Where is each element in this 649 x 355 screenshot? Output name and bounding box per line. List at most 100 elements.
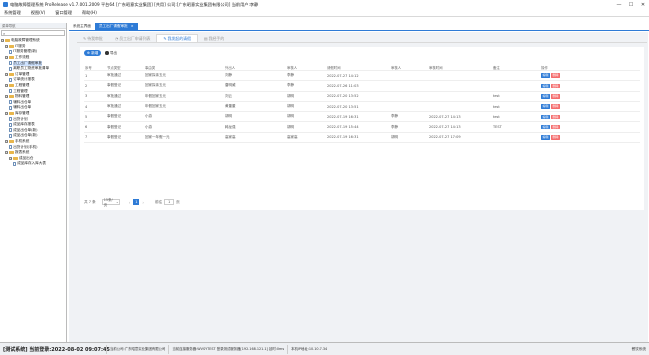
minimize-button[interactable]: — — [613, 0, 625, 9]
sidebar-search-input[interactable]: ⌕ — [1, 30, 65, 36]
cell-node: 审批通过 — [106, 70, 144, 82]
cell-audit_time — [428, 70, 492, 82]
expand-toggle-icon[interactable]: − — [5, 95, 8, 99]
delete-button[interactable]: 删除 — [551, 83, 561, 89]
add-button[interactable]: ⊕ 新增 — [84, 50, 102, 56]
document-icon — [9, 117, 13, 122]
sidebar-item-label: 离职员工物资审批清单 — [13, 66, 50, 71]
toolbar: ⊕ 新增 导出 — [84, 50, 117, 56]
subtab-my-requests[interactable]: ✎ 我发起的请假 — [156, 34, 198, 42]
cell-reason: 回家探亲五元 — [144, 80, 224, 92]
cell-auditor2: 胡明 — [390, 132, 428, 144]
menu-system[interactable]: 系统管理 — [4, 10, 21, 16]
close-icon[interactable]: × — [131, 23, 134, 30]
edit-button[interactable]: 编辑 — [541, 93, 551, 99]
edit-icon: ✎ — [83, 35, 87, 41]
table-row[interactable]: 6 事假登记 小游 韩龙强 胡明 2022-07-19 15:44 李静 2022-07-27… — [84, 121, 640, 133]
cell-actions: 编辑 删除 — [540, 111, 640, 123]
menu-help[interactable]: 帮助(H) — [82, 10, 97, 16]
expand-toggle-icon[interactable]: − — [5, 72, 8, 76]
cell-auditor: 高家高 — [286, 132, 326, 144]
cell-no: 6 — [84, 121, 106, 133]
close-window-button[interactable]: ✕ — [637, 0, 649, 9]
table-row[interactable]: 5 事假登记 小游 胡明 胡明 2022-07-19 16:31 李静 2022-07-27 … — [84, 111, 640, 123]
expand-toggle-icon[interactable]: − — [5, 139, 8, 143]
tab-home[interactable]: 系统主界面 — [69, 23, 95, 30]
cell-node: 审批通过 — [106, 91, 144, 102]
subtab-pending[interactable]: ✎ 待我审批 — [77, 34, 109, 42]
total-count: 共 7 条 — [84, 199, 96, 204]
edit-button[interactable]: 编辑 — [541, 73, 551, 78]
cell-node: 事假登记 — [106, 132, 144, 144]
cell-auditor2: 李静 — [390, 111, 428, 123]
cell-node: 审批通过 — [106, 101, 144, 113]
cell-auditor: 胡明 — [286, 111, 326, 123]
next-page-button[interactable]: › — [142, 200, 144, 205]
expand-toggle-icon[interactable]: − — [5, 44, 8, 48]
menu-window[interactable]: 窗口管理 — [55, 10, 72, 16]
tab-leave-approval[interactable]: 员工出厂请假审批 × — [94, 23, 138, 30]
status-company: 当前公司:广东昭意实业集团有限公司 — [106, 344, 168, 354]
sidebar-item-label: 成品出仓单(新) — [13, 127, 38, 132]
list-panel: ⊕ 新增 导出 序号 节点类型 事由类 外出人 审核人 请假时间 审核人 审核时间 备注 操作 1… — [80, 47, 644, 210]
tab-label: 系统主界面 — [73, 24, 91, 28]
expand-toggle-icon[interactable]: − — [5, 151, 8, 155]
leave-table: 序号 节点类型 事由类 外出人 审核人 请假时间 审核人 审核时间 备注 操作 1 审批通过 回家探亲… — [84, 64, 640, 144]
sidebar-item-label: 报表系统 — [15, 150, 30, 155]
prev-page-button[interactable]: ‹ — [129, 200, 131, 205]
document-icon — [9, 89, 13, 94]
edit-icon: ✎ — [163, 36, 167, 41]
expand-toggle-icon[interactable]: − — [5, 56, 8, 60]
sidebar: 菜单导航 ⌕ − 电脑故障管理系统 − IT服务 IT服务管理(新) − 工作流程 员工出厂请… — [0, 23, 67, 342]
export-button[interactable]: 导出 — [105, 51, 117, 56]
window-titlebar: 电脑故障管理系统 ProRelease v1.7.001.2009 平台64 [… — [0, 0, 649, 9]
cell-time: 2022-07-26 11:03 — [326, 80, 390, 92]
cell-auditor: 胡明 — [286, 91, 326, 102]
delete-button[interactable]: 删除 — [551, 135, 561, 140]
edit-button[interactable]: 编辑 — [541, 124, 551, 130]
edit-button[interactable]: 编辑 — [541, 114, 551, 120]
table-row[interactable]: 7 事假登记 回家一年假一元 高家高 高家高 2022-07-19 16:31 胡明 2022… — [84, 132, 640, 144]
menu-view[interactable]: 视图(V) — [31, 10, 46, 16]
cell-remark: test — [492, 101, 540, 113]
edit-button[interactable]: 编辑 — [541, 135, 551, 140]
cell-auditor: 李静 — [286, 70, 326, 82]
page-number[interactable]: 1 — [133, 199, 140, 205]
cell-time: 2022-07-27 14:12 — [326, 70, 390, 82]
cell-auditor: 胡明 — [286, 101, 326, 113]
delete-button[interactable]: 删除 — [551, 114, 561, 120]
expand-toggle-icon[interactable]: − — [1, 39, 4, 43]
sidebar-item-label: 出货计划(手机) — [13, 144, 38, 149]
edit-button[interactable]: 编辑 — [541, 104, 551, 109]
delete-button[interactable]: 删除 — [551, 104, 561, 109]
status-right: 餐饮系统 — [631, 346, 646, 351]
cell-node: 事假登记 — [106, 111, 144, 123]
table-row[interactable]: 4 审批通过 年假回家五元 黄董董 胡明 2022-07-20 13:51 test 编辑 删除 — [84, 101, 640, 113]
sidebar-item[interactable]: 成品库存入库大表 — [0, 161, 66, 167]
sidebar-item-label: 成品库存入库大表 — [17, 161, 46, 166]
subtab-list[interactable]: ◔ 员工出厂申请列表 — [109, 34, 157, 42]
delete-button[interactable]: 删除 — [551, 93, 561, 99]
edit-button[interactable]: 编辑 — [541, 83, 551, 89]
cell-audit_time — [428, 91, 492, 102]
sidebar-item-label: 辅料出仓单 — [13, 105, 32, 110]
folder-icon — [13, 156, 18, 160]
delete-button[interactable]: 删除 — [551, 73, 561, 78]
goto-page-input[interactable]: 1 — [164, 199, 175, 205]
maximize-button[interactable]: ☐ — [625, 0, 637, 9]
subtab-handled[interactable]: ▤ 我经手的 — [198, 34, 230, 42]
table-row[interactable]: 2 事假登记 回家探亲五元 唐明威 李静 2022-07-26 11:03 编辑 删除 — [84, 80, 640, 92]
search-icon[interactable]: ⌕ — [2, 31, 5, 36]
expand-toggle-icon[interactable]: − — [5, 112, 8, 116]
table-row[interactable]: 1 审批通过 回家探亲五元 刘静 李静 2022-07-27 14:12 编辑 删除 — [84, 70, 640, 82]
page-size-select[interactable]: 15条/页 ⌄ — [101, 198, 120, 207]
sidebar-item-label: 工程管理 — [15, 83, 30, 88]
delete-button[interactable]: 删除 — [551, 124, 561, 130]
cell-no: 4 — [84, 101, 106, 113]
expand-toggle-icon[interactable]: − — [9, 156, 12, 160]
sidebar-item-label: 物料管理 — [15, 94, 30, 99]
app-icon — [3, 2, 8, 7]
expand-toggle-icon[interactable]: − — [5, 84, 8, 88]
table-row[interactable]: 3 审批通过 年假回家五元 刘云 胡明 2022-07-20 13:52 test 编辑 删除 — [84, 91, 640, 102]
cell-node: 事假登记 — [106, 80, 144, 92]
